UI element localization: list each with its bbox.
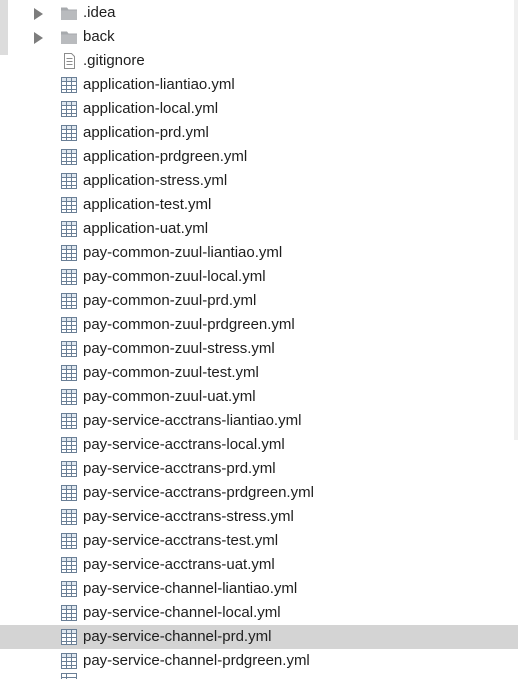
tree-item-label: application-prdgreen.yml <box>83 148 248 165</box>
yml-file-icon <box>60 673 78 679</box>
tree-file-row[interactable]: application-prdgreen.yml <box>0 145 518 169</box>
tree-item-label: pay-service-acctrans-stress.yml <box>83 508 294 525</box>
yml-file-icon <box>60 437 78 453</box>
tree-file-row[interactable]: pay-service-acctrans-liantiao.yml <box>0 409 518 433</box>
tree-file-row[interactable]: pay-service-channel-prd.yml <box>0 625 518 649</box>
yml-file-icon <box>60 509 78 525</box>
yml-file-icon <box>60 125 78 141</box>
tree-file-row[interactable]: .gitignore <box>0 49 518 73</box>
tree-file-row[interactable]: pay-common-zuul-stress.yml <box>0 337 518 361</box>
yml-file-icon <box>60 173 78 189</box>
tree-file-row[interactable]: pay-service-channel-prdgreen.yml <box>0 649 518 673</box>
tree-file-row[interactable]: pay-service-acctrans-local.yml <box>0 433 518 457</box>
tree-item-label: application-uat.yml <box>83 220 209 237</box>
tree-item-label: application-local.yml <box>83 100 219 117</box>
tree-file-row[interactable]: pay-common-zuul-prd.yml <box>0 289 518 313</box>
yml-file-icon <box>60 629 78 645</box>
yml-file-icon <box>60 293 78 309</box>
tree-item-label: pay-service-channel-local.yml <box>83 604 281 621</box>
tree-file-row[interactable]: pay-service-acctrans-test.yml <box>0 529 518 553</box>
yml-file-icon <box>60 605 78 621</box>
expand-arrow-icon[interactable] <box>34 32 43 44</box>
tree-item-label: pay-service-channel-liantiao.yml <box>83 580 298 597</box>
yml-file-icon <box>60 365 78 381</box>
yml-file-icon <box>60 77 78 93</box>
yml-file-icon <box>60 557 78 573</box>
tree-file-row[interactable]: pay-service-acctrans-stress.yml <box>0 505 518 529</box>
tree-item-label: application-test.yml <box>83 196 212 213</box>
tree-item-label: application-liantiao.yml <box>83 76 235 93</box>
yml-file-icon <box>60 581 78 597</box>
tree-item-label: .gitignore <box>83 52 145 69</box>
tree-file-row[interactable]: application-liantiao.yml <box>0 73 518 97</box>
tree-item-label: .idea <box>83 4 116 21</box>
tree-file-row[interactable]: application-local.yml <box>0 97 518 121</box>
yml-file-icon <box>60 413 78 429</box>
tree-file-row[interactable]: application-prd.yml <box>0 121 518 145</box>
folder-icon <box>60 5 78 21</box>
tree-item-label: pay-common-zuul-stress.yml <box>83 340 275 357</box>
tree-folder-row[interactable]: back <box>0 25 518 49</box>
tree-file-row[interactable]: pay-common-zuul-local.yml <box>0 265 518 289</box>
yml-file-icon <box>60 197 78 213</box>
yml-file-icon <box>60 461 78 477</box>
yml-file-icon <box>60 245 78 261</box>
yml-file-icon <box>60 149 78 165</box>
tree-item-label: pay-service-acctrans-prdgreen.yml <box>83 484 314 501</box>
tree-item-label: pay-common-zuul-prd.yml <box>83 292 257 309</box>
tree-item-label: pay-service-acctrans-liantiao.yml <box>83 412 302 429</box>
tree-item-label: pay-common-zuul-liantiao.yml <box>83 244 283 261</box>
tree-item-label: pay-common-zuul-uat.yml <box>83 388 256 405</box>
tree-item-label: pay-service-acctrans-test.yml <box>83 532 279 549</box>
tree-file-row[interactable]: pay-common-zuul-test.yml <box>0 361 518 385</box>
tree-item-label: back <box>83 28 115 45</box>
yml-file-icon <box>60 221 78 237</box>
yml-file-icon <box>60 269 78 285</box>
tree-file-row[interactable]: application-stress.yml <box>0 169 518 193</box>
tree-file-row[interactable]: pay-service-acctrans-prdgreen.yml <box>0 481 518 505</box>
project-file-tree: .idea back .gitignore application-liantiao.… <box>0 0 518 679</box>
tree-file-row[interactable]: pay-common-zuul-prdgreen.yml <box>0 313 518 337</box>
tree-file-row[interactable]: application-test.yml <box>0 193 518 217</box>
yml-file-icon <box>60 653 78 669</box>
yml-file-icon <box>60 101 78 117</box>
tree-file-row[interactable]: pay-service-acctrans-uat.yml <box>0 553 518 577</box>
tree-file-row[interactable]: pay-common-zuul-uat.yml <box>0 385 518 409</box>
yml-file-icon <box>60 317 78 333</box>
tree-item-label: pay-service-acctrans-local.yml <box>83 436 285 453</box>
tree-file-row[interactable]: pay-service-acctrans-prd.yml <box>0 457 518 481</box>
tree-item-label: pay-common-zuul-prdgreen.yml <box>83 316 295 333</box>
file-tree-rows: .idea back .gitignore application-liantiao.… <box>0 1 518 673</box>
yml-file-icon <box>60 533 78 549</box>
tree-file-row[interactable]: pay-common-zuul-liantiao.yml <box>0 241 518 265</box>
yml-file-icon <box>60 389 78 405</box>
text-file-icon <box>60 53 78 69</box>
tree-item-label: pay-common-zuul-test.yml <box>83 364 259 381</box>
yml-file-icon <box>60 341 78 357</box>
tree-item-label: application-prd.yml <box>83 124 209 141</box>
tree-file-row[interactable]: application-uat.yml <box>0 217 518 241</box>
tree-item-label: pay-service-channel-prd.yml <box>83 628 272 645</box>
yml-file-icon <box>60 485 78 501</box>
tree-item-label: pay-service-acctrans-prd.yml <box>83 460 276 477</box>
expand-arrow-icon[interactable] <box>34 8 43 20</box>
tree-file-row[interactable]: pay-service-channel-liantiao.yml <box>0 577 518 601</box>
tree-file-row[interactable]: pay-service-channel-local.yml <box>0 601 518 625</box>
tree-folder-row[interactable]: .idea <box>0 1 518 25</box>
folder-icon <box>60 29 78 45</box>
tree-item-label: pay-common-zuul-local.yml <box>83 268 266 285</box>
tree-item-label: pay-service-acctrans-uat.yml <box>83 556 275 573</box>
tree-item-label: pay-service-channel-prdgreen.yml <box>83 652 310 669</box>
tree-item-label: application-stress.yml <box>83 172 228 189</box>
